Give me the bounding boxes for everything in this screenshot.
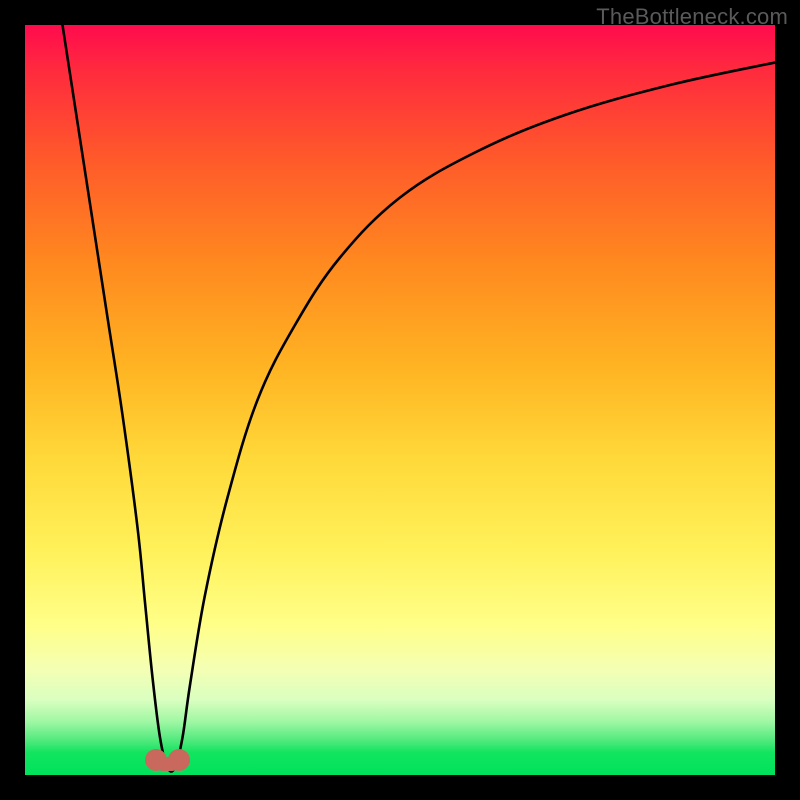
bottleneck-curve: [25, 25, 775, 775]
trough-marker-2: [168, 749, 190, 771]
plot-area: [25, 25, 775, 775]
watermark-text: TheBottleneck.com: [596, 4, 788, 30]
trough-marker-1: [145, 749, 167, 771]
chart-frame: TheBottleneck.com: [0, 0, 800, 800]
